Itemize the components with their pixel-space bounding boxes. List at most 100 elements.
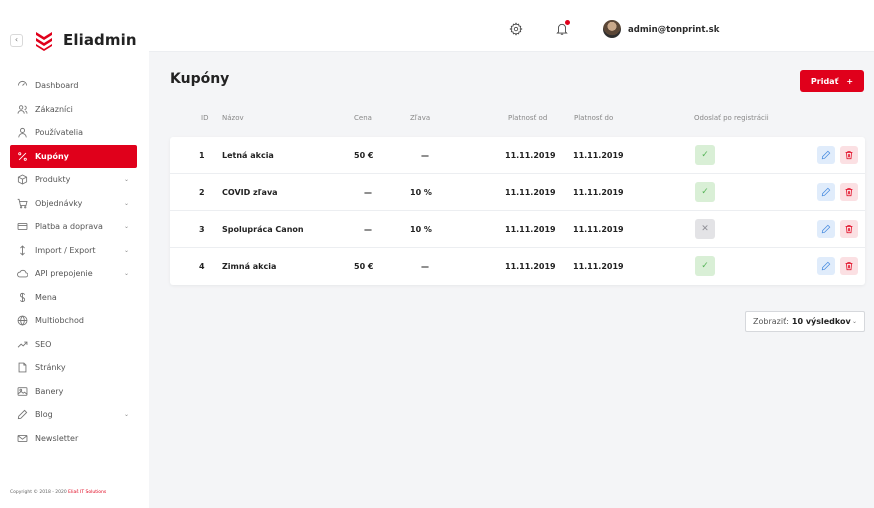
sidebar-item-box[interactable]: Produkty ⌄ [10, 168, 137, 192]
cell-valid-to: 11.11.2019 [573, 225, 624, 234]
cell-valid-from: 11.11.2019 [505, 151, 556, 160]
chevron-down-icon: ⌄ [123, 199, 129, 207]
sidebar-item-label: Newsletter [35, 433, 79, 443]
import-export-icon [16, 244, 28, 256]
send-enabled-toggle[interactable]: ✓ [695, 182, 715, 202]
collapse-sidebar-button[interactable]: ‹ [10, 33, 23, 47]
page-title: Kupóny [170, 71, 230, 87]
sidebar-item-label: Používatelia [35, 128, 83, 138]
chevron-down-icon: ⌄ [123, 270, 129, 277]
settings-gear-icon[interactable] [509, 22, 523, 36]
sidebar-item-label: Blog [35, 410, 53, 420]
cell-price: 50 € [354, 262, 374, 271]
chevron-left-icon: ‹ [14, 35, 19, 44]
col-header-discount[interactable]: Zľava [410, 114, 430, 122]
check-icon: ✓ [701, 261, 709, 271]
cell-valid-from: 11.11.2019 [505, 262, 556, 271]
trend-icon [16, 338, 28, 350]
cell-name: COVID zľava [222, 188, 278, 197]
sidebar-item-cart[interactable]: Objednávky ⌄ [10, 192, 137, 216]
sidebar-item-mail[interactable]: Newsletter [10, 427, 137, 451]
send-enabled-toggle[interactable]: ✓ [695, 256, 715, 276]
user-icon [16, 127, 28, 139]
cell-price: 50 € [354, 151, 374, 160]
avatar[interactable] [603, 20, 621, 38]
results-per-page-label: Zobraziť: [753, 317, 789, 326]
sidebar-item-label: Banery [35, 386, 64, 396]
sidebar-item-currency[interactable]: Mena [10, 286, 137, 310]
add-coupon-button[interactable]: Pridať + [800, 70, 864, 92]
sidebar-item-label: Platba a doprava [35, 222, 103, 232]
sidebar-item-globe[interactable]: Multiobchod [10, 309, 137, 333]
sidebar-item-user[interactable]: Používatelia [10, 121, 137, 145]
pencil-icon [821, 224, 831, 234]
sidebar-item-customers[interactable]: Zákazníci [10, 98, 137, 122]
sidebar-item-label: Stránky [35, 363, 66, 373]
col-header-valid-to[interactable]: Platnosť do [574, 114, 613, 122]
plus-icon: + [846, 76, 854, 86]
send-disabled-toggle[interactable]: ✕ [695, 219, 715, 239]
sidebar-item-label: Multiobchod [35, 316, 84, 326]
copyright-link[interactable]: Eliaš IT Solutions [68, 490, 106, 495]
cell-id: 2 [199, 188, 205, 197]
coupons-table: 1 Letná akcia 50 € — 11.11.2019 11.11.2019 ✓ 2 C… [170, 137, 865, 285]
delete-button[interactable] [840, 183, 858, 201]
col-header-valid-from[interactable]: Platnosť od [508, 114, 547, 122]
globe-icon [16, 315, 28, 327]
brand: ‹ Eliadmin [10, 28, 137, 52]
cell-discount: — [421, 262, 429, 271]
sidebar-item-percent[interactable]: Kupóny [10, 144, 137, 168]
col-header-send-after-registration[interactable]: Odoslať po registrácii [694, 114, 769, 122]
trash-icon [845, 262, 853, 271]
col-header-id[interactable]: ID [201, 114, 208, 122]
sidebar-item-trend[interactable]: SEO [10, 333, 137, 357]
send-enabled-toggle[interactable]: ✓ [695, 145, 715, 165]
edit-button[interactable] [817, 183, 835, 201]
sidebar-item-label: Dashboard [35, 81, 79, 91]
chevron-down-icon: ⌄ [123, 176, 129, 183]
chevron-down-icon: ⌄ [123, 246, 129, 254]
results-per-page-select[interactable]: Zobraziť: 10 výsledkov ⌄ [745, 311, 865, 332]
user-menu-caret-icon[interactable]: ⌄ [714, 25, 719, 32]
cell-valid-to: 11.11.2019 [573, 151, 624, 160]
sidebar-item-image[interactable]: Banery [10, 380, 137, 404]
delete-button[interactable] [840, 257, 858, 275]
sidebar-item-import-export[interactable]: Import / Export ⌄ [10, 239, 137, 263]
percent-icon [16, 150, 28, 162]
image-icon [16, 385, 28, 397]
add-coupon-label: Pridať [810, 76, 839, 86]
sidebar-item-pen[interactable]: Blog ⌄ [10, 403, 137, 427]
sidebar-item-label: Import / Export [35, 245, 96, 255]
edit-button[interactable] [817, 220, 835, 238]
close-icon: ✕ [701, 224, 709, 234]
sidebar-item-label: Objednávky [35, 198, 83, 208]
cell-valid-from: 11.11.2019 [505, 225, 556, 234]
table-row: 2 COVID zľava — 10 % 11.11.2019 11.11.2019 ✓ [170, 174, 865, 211]
sidebar-item-card[interactable]: Platba a doprava ⌄ [10, 215, 137, 239]
delete-button[interactable] [840, 220, 858, 238]
cell-name: Zimná akcia [222, 262, 277, 271]
check-icon: ✓ [701, 150, 709, 160]
chevron-down-icon: ⌄ [851, 318, 857, 325]
cart-icon [16, 197, 28, 209]
user-email[interactable]: admin@tonprint.sk [628, 25, 719, 35]
chevron-down-icon: ⌄ [123, 223, 129, 230]
sidebar-item-label: Zákazníci [35, 104, 73, 114]
cell-price: — [364, 225, 372, 234]
delete-button[interactable] [840, 146, 858, 164]
sidebar-item-page[interactable]: Stránky [10, 356, 137, 380]
trash-icon [845, 225, 853, 234]
cell-valid-from: 11.11.2019 [505, 188, 556, 197]
edit-button[interactable] [817, 146, 835, 164]
cell-id: 4 [199, 262, 205, 271]
table-row: 1 Letná akcia 50 € — 11.11.2019 11.11.2019 ✓ [170, 137, 865, 174]
pen-icon [16, 409, 28, 421]
pencil-icon [821, 187, 831, 197]
col-header-price[interactable]: Cena [354, 114, 372, 122]
sidebar-item-dashboard[interactable]: Dashboard [10, 74, 137, 98]
edit-button[interactable] [817, 257, 835, 275]
results-per-page-value: 10 výsledkov [791, 317, 851, 326]
sidebar-item-label: Produkty [35, 175, 71, 185]
sidebar-item-cloud[interactable]: API prepojenie ⌄ [10, 262, 137, 286]
col-header-name[interactable]: Názov [222, 114, 244, 122]
